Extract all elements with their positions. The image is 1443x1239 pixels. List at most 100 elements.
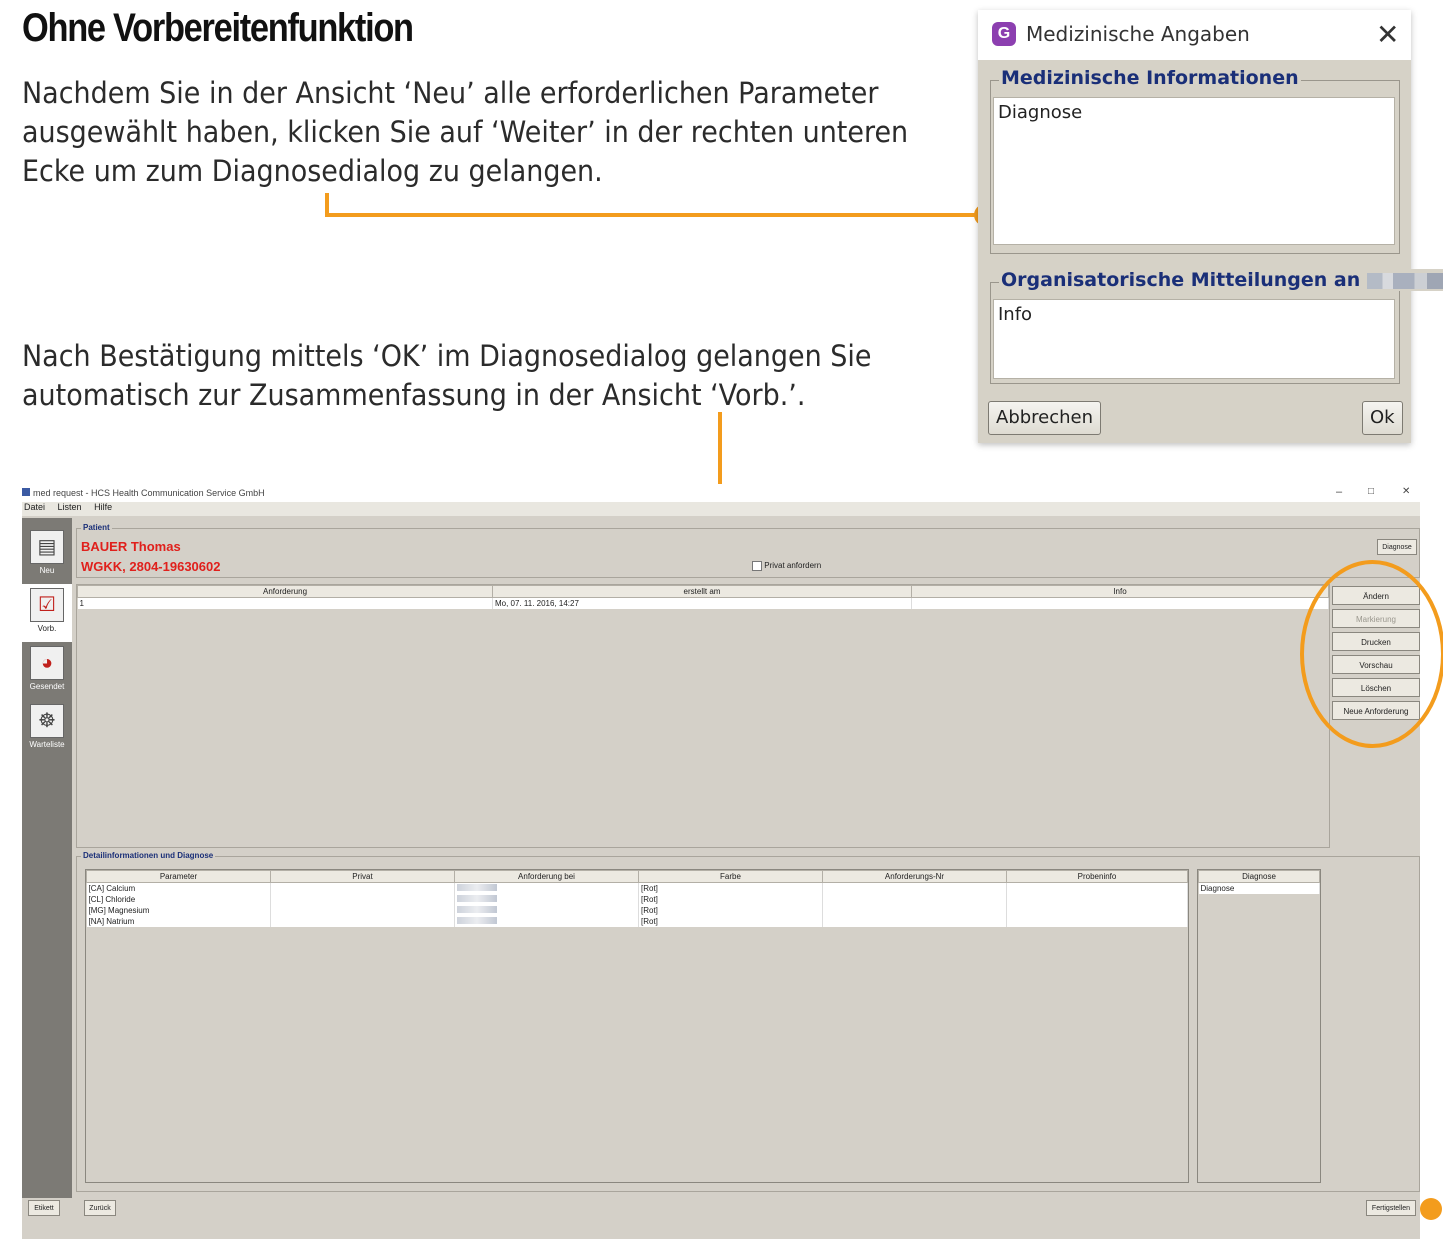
nav-item-neu[interactable]: ▤ Neu xyxy=(22,526,72,584)
fertigstellen-button[interactable]: Fertigstellen xyxy=(1366,1200,1416,1216)
nr-cell xyxy=(822,882,1007,894)
instruction-line: Nachdem Sie in der Ansicht ‘Neu’ alle er… xyxy=(22,76,879,110)
bottom-button-bar: Etikett Zurück Fertigstellen xyxy=(22,1198,1420,1224)
page-heading: Ohne Vorbereitenfunktion xyxy=(22,6,414,50)
col-header[interactable]: Info xyxy=(911,585,1329,598)
nav-label: Gesendet xyxy=(29,682,65,691)
nav-sidebar: ▤ Neu ☑ Vorb. ◕ Gesendet ☸ Warteliste xyxy=(22,518,72,1198)
menubar: Datei Listen Hilfe xyxy=(22,502,1420,516)
col-header[interactable]: Parameter xyxy=(86,870,271,883)
col-header[interactable]: erstellt am xyxy=(492,585,912,598)
col-header[interactable]: Anforderung xyxy=(77,585,493,598)
table-row[interactable]: 1 Mo, 07. 11. 2016, 14:27 xyxy=(77,597,1329,609)
privat-checkbox-row[interactable]: Privat anfordern xyxy=(752,561,821,571)
nav-item-gesendet[interactable]: ◕ Gesendet xyxy=(22,642,72,700)
privat-label: Privat anfordern xyxy=(764,561,822,571)
col-header[interactable]: Anforderungs-Nr xyxy=(822,870,1007,883)
nav-label: Warteliste xyxy=(29,740,65,749)
table-row[interactable]: [CA] Calcium [Rot] xyxy=(86,882,1188,894)
medical-info-dialog: G Medizinische Angaben ✕ Medizinische In… xyxy=(978,10,1443,443)
redacted-value xyxy=(457,895,497,902)
patient-legend: Patient xyxy=(81,523,112,532)
nav-item-warteliste[interactable]: ☸ Warteliste xyxy=(22,700,72,758)
medical-info-group: Medizinische Informationen Diagnose xyxy=(990,67,1400,254)
anforderung-bei-cell xyxy=(454,905,639,916)
col-header[interactable]: Privat xyxy=(270,870,455,883)
privat-cell xyxy=(270,905,455,916)
table-row[interactable]: [MG] Magnesium [Rot] xyxy=(86,905,1188,916)
close-icon[interactable]: ✕ xyxy=(1376,18,1399,51)
ok-button[interactable]: Ok xyxy=(1362,401,1403,435)
org-messages-label: Organisatorische Mitteilungen an xyxy=(1001,269,1361,291)
nr-cell xyxy=(822,916,1007,927)
param-cell: [CL] Chloride xyxy=(86,894,271,905)
redacted-value xyxy=(457,906,497,913)
farbe-cell: [Rot] xyxy=(638,882,823,894)
app-title: med request - HCS Health Communication S… xyxy=(33,488,265,498)
minimize-icon[interactable]: – xyxy=(1336,486,1342,498)
dialog-titlebar: G Medizinische Angaben ✕ xyxy=(978,10,1411,60)
waiting-list-icon: ☸ xyxy=(30,704,64,738)
param-cell: [MG] Magnesium xyxy=(86,905,271,916)
detail-panel: Detailinformationen und Diagnose Paramet… xyxy=(76,851,1420,1192)
detail-table-frame: Parameter Privat Anforderung bei Farbe A… xyxy=(85,869,1189,1183)
col-header[interactable]: Probeninfo xyxy=(1006,870,1188,883)
anforderung-bei-cell xyxy=(454,882,639,894)
probeninfo-cell xyxy=(1006,905,1188,916)
param-cell: [CA] Calcium xyxy=(86,882,271,894)
col-header[interactable]: Diagnose xyxy=(1198,870,1320,883)
zurueck-button[interactable]: Zurück xyxy=(84,1200,116,1216)
request-id: 1 xyxy=(77,597,493,609)
instruction-line: Ecke um zum Diagnosedialog zu gelangen. xyxy=(22,154,603,188)
farbe-cell: [Rot] xyxy=(638,894,823,905)
chart-sent-icon: ◕ xyxy=(30,646,64,680)
diagnose-list-frame: Diagnose Diagnose xyxy=(1197,869,1321,1183)
close-window-icon[interactable]: ✕ xyxy=(1402,486,1410,497)
detail-legend: Detailinformationen und Diagnose xyxy=(81,851,216,860)
menu-datei[interactable]: Datei xyxy=(24,502,45,512)
table-row[interactable]: [NA] Natrium [Rot] xyxy=(86,916,1188,927)
app-titlebar: med request - HCS Health Communication S… xyxy=(22,484,1420,502)
info-textarea[interactable]: Info xyxy=(993,299,1395,379)
nr-cell xyxy=(822,894,1007,905)
etikett-button[interactable]: Etikett xyxy=(28,1200,60,1216)
privat-cell xyxy=(270,916,455,927)
col-header[interactable]: Anforderung bei xyxy=(454,870,639,883)
request-info xyxy=(911,597,1329,609)
diagnose-textarea[interactable]: Diagnose xyxy=(993,97,1395,245)
farbe-cell: [Rot] xyxy=(638,916,823,927)
maximize-icon[interactable]: □ xyxy=(1368,486,1374,497)
redacted-value xyxy=(457,884,497,891)
param-cell: [NA] Natrium xyxy=(86,916,271,927)
patient-name: BAUER Thomas xyxy=(81,539,181,554)
probeninfo-cell xyxy=(1006,882,1188,894)
instruction-line: Nach Bestätigung mittels ‘OK’ im Diagnos… xyxy=(22,339,872,373)
app-window: med request - HCS Health Communication S… xyxy=(22,484,1420,1239)
patient-insurance: WGKK, 2804-19630602 xyxy=(81,559,221,574)
requests-panel: Anforderung erstellt am Info 1 Mo, 07. 1… xyxy=(76,584,1330,848)
instruction-paragraph-1: Nachdem Sie in der Ansicht ‘Neu’ alle er… xyxy=(22,74,908,191)
new-document-icon: ▤ xyxy=(30,530,64,564)
privat-checkbox[interactable] xyxy=(752,561,762,571)
table-row[interactable]: [CL] Chloride [Rot] xyxy=(86,894,1188,905)
menu-listen[interactable]: Listen xyxy=(58,502,82,512)
org-messages-group: Organisatorische Mitteilungen an Info xyxy=(990,269,1443,384)
diagnose-button[interactable]: Diagnose xyxy=(1377,539,1417,555)
col-header[interactable]: Farbe xyxy=(638,870,823,883)
redacted-recipient xyxy=(1366,272,1443,289)
anforderung-bei-cell xyxy=(454,916,639,927)
privat-cell xyxy=(270,894,455,905)
detail-table: Parameter Privat Anforderung bei Farbe A… xyxy=(86,870,1188,927)
org-messages-legend: Organisatorische Mitteilungen an xyxy=(999,269,1443,291)
table-row[interactable]: Diagnose xyxy=(1198,882,1320,894)
diagnose-cell: Diagnose xyxy=(1198,882,1320,894)
app-logo-icon: G xyxy=(992,22,1016,46)
nav-label: Neu xyxy=(39,566,55,575)
menu-hilfe[interactable]: Hilfe xyxy=(94,502,112,512)
app-small-icon xyxy=(22,488,30,496)
cancel-button[interactable]: Abbrechen xyxy=(988,401,1102,435)
nav-item-vorb[interactable]: ☑ Vorb. xyxy=(22,584,72,642)
request-created: Mo, 07. 11. 2016, 14:27 xyxy=(492,597,912,609)
anforderung-bei-cell xyxy=(454,894,639,905)
instruction-paragraph-2: Nach Bestätigung mittels ‘OK’ im Diagnos… xyxy=(22,337,871,415)
